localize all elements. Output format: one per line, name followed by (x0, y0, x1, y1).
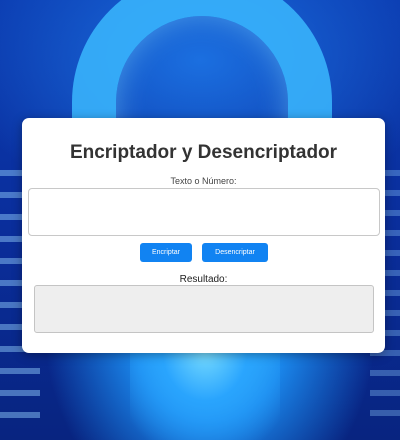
padlock-body-glow (130, 350, 280, 440)
input-label: Texto o Número: (170, 176, 237, 186)
result-output (34, 285, 374, 333)
encrypt-button[interactable]: Encriptar (140, 243, 192, 262)
page-title: Encriptador y Desencriptador (69, 142, 338, 163)
text-input[interactable] (28, 188, 380, 236)
decrypt-button[interactable]: Desencriptar (202, 243, 268, 262)
result-label: Resultado: (179, 274, 228, 285)
main-card: Encriptador y Desencriptador Texto o Núm… (22, 118, 385, 353)
